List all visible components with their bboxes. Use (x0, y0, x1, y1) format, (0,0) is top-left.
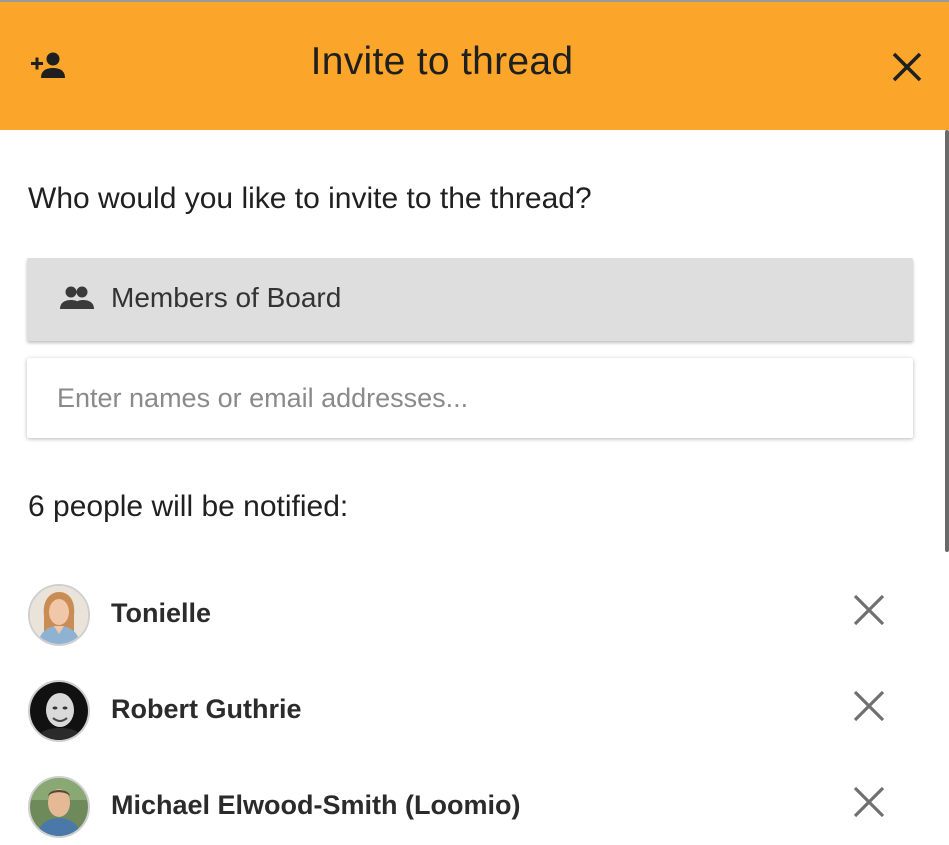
notified-count-heading: 6 people will be notified: (28, 490, 349, 523)
recipient-name: Tonielle (111, 598, 212, 628)
recipient-name: Michael Elwood-Smith (Loomio) (111, 790, 521, 820)
members-of-board-option[interactable]: Members of Board (27, 258, 913, 341)
group-icon (59, 284, 95, 314)
remove-recipient-button[interactable] (848, 687, 890, 729)
members-label: Members of Board (111, 282, 342, 313)
close-icon (852, 593, 886, 632)
dialog-title: Invite to thread (310, 40, 574, 83)
avatar (28, 776, 90, 838)
invite-question: Who would you like to invite to the thre… (28, 182, 592, 215)
invite-search-input[interactable] (27, 358, 913, 438)
scrollbar[interactable] (945, 130, 949, 552)
close-icon (890, 50, 924, 89)
invite-dialog: Invite to thread Who would you like to i… (0, 0, 949, 845)
close-icon (852, 689, 886, 728)
avatar (28, 584, 90, 646)
dialog-header: Invite to thread (0, 2, 949, 130)
recipient-row: Robert Guthrie (0, 676, 949, 746)
recipient-row: Michael Elwood-Smith (Loomio) (0, 772, 949, 842)
recipient-row: Tonielle (0, 580, 949, 650)
remove-recipient-button[interactable] (848, 591, 890, 633)
remove-recipient-button[interactable] (848, 783, 890, 825)
close-icon (852, 785, 886, 824)
recipient-name: Robert Guthrie (111, 694, 302, 724)
close-dialog-button[interactable] (882, 44, 932, 94)
avatar (28, 680, 90, 742)
